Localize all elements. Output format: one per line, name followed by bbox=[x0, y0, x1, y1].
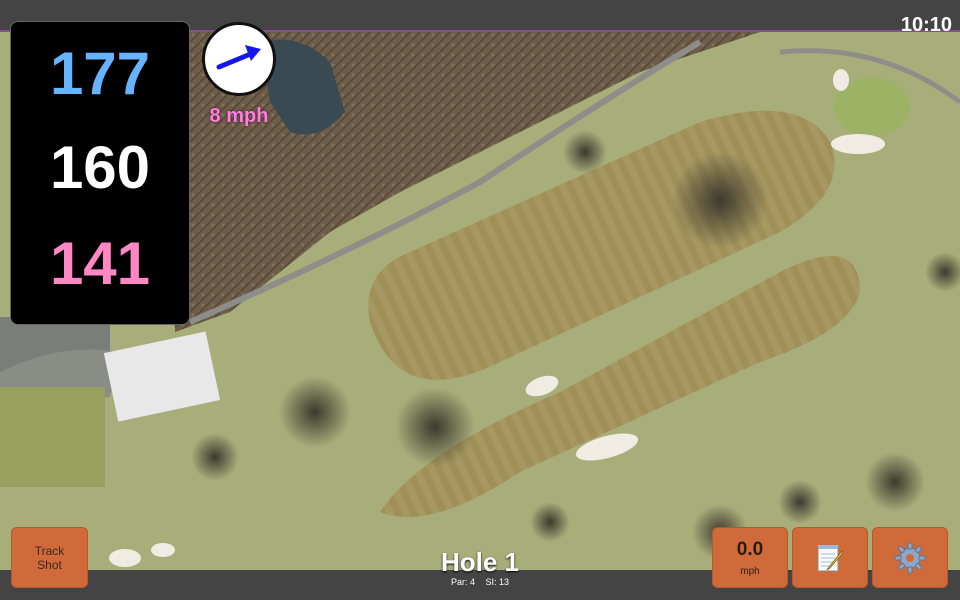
speed-value: 0.0 bbox=[736, 538, 764, 560]
hole-par: Par: 4 bbox=[450, 577, 475, 587]
hole-info: Par: 4 SI: 13 bbox=[380, 577, 580, 587]
hole-title: Hole 1 bbox=[440, 547, 520, 577]
middle-yardage: 160 bbox=[49, 134, 151, 201]
speed-unit: mph bbox=[740, 565, 760, 577]
gear-icon bbox=[894, 542, 926, 573]
settings-button[interactable] bbox=[872, 527, 948, 588]
hole-stroke-index: SI: 13 bbox=[485, 577, 510, 587]
back-yardage: 177 bbox=[49, 40, 151, 107]
clock: 10:10 bbox=[900, 14, 952, 36]
speed-button[interactable]: 0.0 mph bbox=[712, 527, 788, 588]
track-shot-button[interactable]: Track Shot bbox=[11, 527, 88, 588]
wind-speed: 8 mph bbox=[209, 105, 269, 127]
wind-direction-dial bbox=[202, 22, 276, 96]
track-shot-label: Track Shot bbox=[34, 543, 65, 572]
notepad-icon bbox=[817, 544, 844, 571]
yardage-panel: 177 160 141 bbox=[11, 22, 189, 324]
wind-arrow-icon bbox=[216, 45, 261, 70]
notes-button[interactable] bbox=[792, 527, 868, 588]
front-yardage: 141 bbox=[49, 230, 151, 297]
